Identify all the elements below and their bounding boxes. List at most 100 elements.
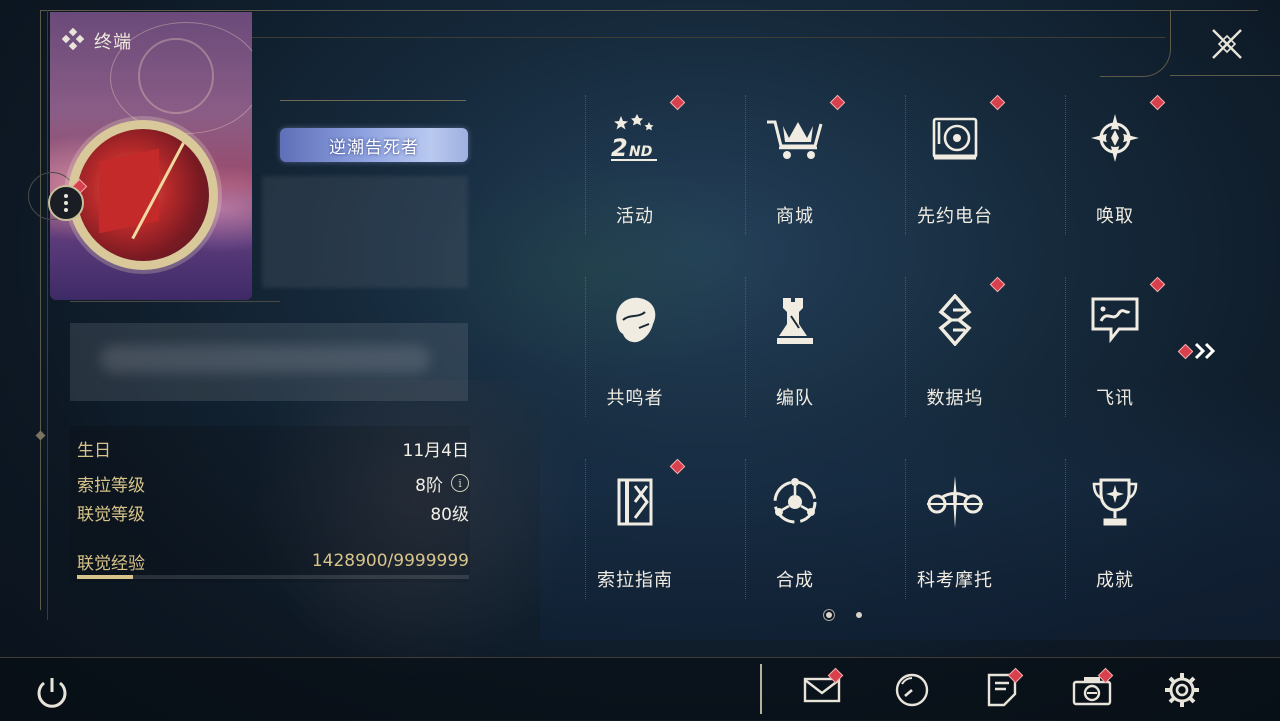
- grid-item-motorbike[interactable]: 科考摩托: [875, 454, 1035, 624]
- grid-separator: [585, 95, 587, 235]
- grid-item-label: 先约电台: [917, 206, 993, 227]
- birthday-value: 11月4日: [402, 440, 469, 461]
- page-dot-1[interactable]: [826, 612, 832, 618]
- team-chess-icon: [763, 288, 827, 352]
- grid-item-shop-cart-crown[interactable]: 商城: [715, 90, 875, 260]
- grid-separator: [1065, 95, 1067, 235]
- grid-item-label: 科考摩托: [917, 570, 993, 591]
- grid-item-label: 唤取: [1096, 206, 1134, 227]
- notification-badge: [1149, 276, 1166, 293]
- union-exp-label: 联觉经验: [77, 553, 145, 574]
- synthesis-orbit-icon: [763, 470, 827, 534]
- grid-item-data-bank[interactable]: 数据坞: [875, 272, 1035, 442]
- convene-compass-icon: [1083, 106, 1147, 170]
- mail-button[interactable]: [800, 667, 844, 712]
- data-bank-icon: [923, 288, 987, 352]
- radio-record-player-icon: [923, 106, 987, 170]
- grid-item-convene-compass[interactable]: 唤取: [1035, 90, 1195, 260]
- close-button[interactable]: [1205, 22, 1249, 66]
- page-indicator: [826, 612, 862, 618]
- title-badge[interactable]: 逆潮告死者: [280, 128, 468, 162]
- redacted-player-name: [262, 176, 468, 288]
- shop-cart-crown-icon: [763, 106, 827, 170]
- frame-inner-line: [250, 37, 1165, 38]
- camera-button[interactable]: [1070, 667, 1114, 712]
- grid-item-label: 共鸣者: [606, 388, 664, 409]
- frame-right-curve: [1100, 10, 1171, 77]
- name-plate-line: [280, 100, 466, 101]
- grid-item-label: 成就: [1096, 570, 1134, 591]
- sola-level-value: 8阶: [415, 475, 443, 496]
- union-exp-progress-bar: [77, 575, 469, 579]
- grid-item-label: 索拉指南: [597, 570, 673, 591]
- double-chevron-right-icon: [1194, 342, 1216, 360]
- info-icon[interactable]: i: [451, 474, 469, 492]
- union-level-label: 联觉等级: [77, 504, 145, 525]
- union-exp-value: 1428900/9999999: [311, 551, 469, 571]
- time-button[interactable]: [890, 668, 934, 712]
- grid-separator: [905, 277, 907, 417]
- settings-gear-icon: [1165, 673, 1199, 707]
- grid-item-achievement-trophy[interactable]: 成就: [1035, 454, 1195, 624]
- profile-divider: [70, 301, 280, 302]
- notification-badge: [829, 94, 846, 111]
- avatar-flag-art: [99, 148, 159, 234]
- stat-sola-level: 索拉等级 8阶 i: [77, 471, 469, 496]
- grid-item-label: 活动: [616, 206, 654, 227]
- terminal-header: 终端: [61, 27, 132, 54]
- message-bubble-icon: [1083, 288, 1147, 352]
- frame-ornament: [35, 430, 46, 441]
- grid-item-guidebook[interactable]: 索拉指南: [555, 454, 715, 624]
- bottom-bar-separator: [760, 664, 762, 714]
- close-icon: [1212, 29, 1242, 59]
- birthday-label: 生日: [77, 440, 111, 461]
- events-2nd-anniversary-icon: 2 ND: [603, 106, 667, 170]
- page-dot-2[interactable]: [856, 612, 862, 618]
- notification-badge: [989, 276, 1006, 293]
- title-badge-text: 逆潮告死者: [329, 137, 419, 158]
- grid-item-radio-record-player[interactable]: 先约电台: [875, 90, 1035, 260]
- next-page-button[interactable]: [1177, 338, 1224, 364]
- stat-birthday: 生日 11月4日: [77, 436, 469, 461]
- grid-separator: [585, 277, 587, 417]
- power-icon: [37, 678, 67, 708]
- grid-item-label: 编队: [776, 388, 814, 409]
- notice-board-button[interactable]: [980, 667, 1024, 712]
- stat-union-exp: 联觉经验 1428900/9999999: [77, 549, 469, 574]
- grid-separator: [745, 95, 747, 235]
- power-button[interactable]: [32, 672, 72, 712]
- avatar[interactable]: [77, 129, 209, 261]
- grid-item-label: 飞讯: [1096, 388, 1134, 409]
- union-exp-progress-fill: [77, 575, 134, 579]
- grid-item-message-bubble[interactable]: 飞讯: [1035, 272, 1195, 442]
- grid-item-events-2nd-anniversary[interactable]: 2 ND 活动: [555, 90, 715, 260]
- achievement-trophy-icon: [1083, 470, 1147, 534]
- svg-text:2: 2: [611, 134, 628, 162]
- grid-separator: [905, 459, 907, 599]
- terminal-diamond-icon: [61, 27, 85, 54]
- grid-item-label: 合成: [776, 570, 814, 591]
- grid-item-synthesis-orbit[interactable]: 合成: [715, 454, 875, 624]
- frame-left-line: [40, 10, 41, 610]
- frame-right-line: [1170, 75, 1280, 76]
- grid-separator: [745, 277, 747, 417]
- union-level-value: 80级: [430, 504, 469, 525]
- notification-badge: [989, 94, 1006, 111]
- time-clock-icon: [895, 673, 929, 707]
- grid-item-team-chess[interactable]: 编队: [715, 272, 875, 442]
- more-options-button[interactable]: [48, 185, 84, 221]
- guidebook-icon: [603, 470, 667, 534]
- motorbike-icon: [923, 470, 987, 534]
- resonator-portrait-icon: [603, 288, 667, 352]
- settings-button[interactable]: [1160, 668, 1204, 712]
- redacted-signature: [70, 323, 468, 401]
- stat-union-level: 联觉等级 80级: [77, 500, 469, 525]
- grid-separator: [745, 459, 747, 599]
- function-grid: 2 ND 活动 商城 先约电台 唤取共鸣者 编队 数据坞 飞讯索拉指南 合成 科考摩托 成就: [555, 90, 1195, 610]
- grid-item-resonator-portrait[interactable]: 共鸣者: [555, 272, 715, 442]
- svg-text:ND: ND: [629, 144, 652, 160]
- grid-item-label: 数据坞: [926, 388, 984, 409]
- grid-separator: [1065, 277, 1067, 417]
- grid-item-label: 商城: [776, 206, 814, 227]
- frame-top-line: [40, 10, 1258, 11]
